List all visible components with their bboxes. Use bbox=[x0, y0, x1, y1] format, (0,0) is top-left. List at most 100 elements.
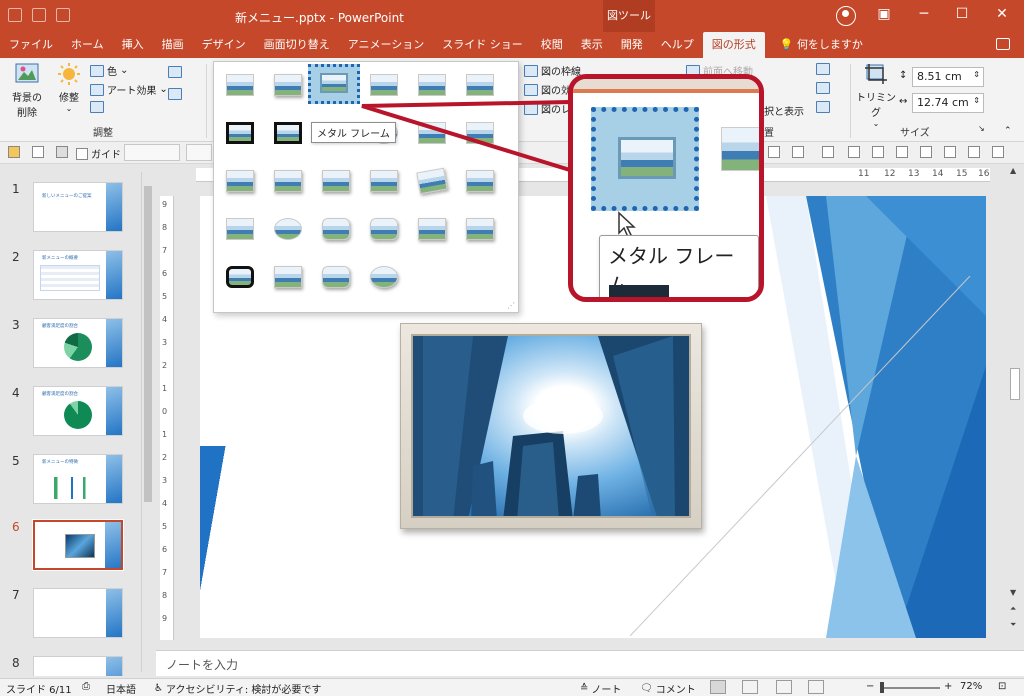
tab-transitions[interactable]: 画面切り替え bbox=[255, 32, 339, 58]
collapse-ribbon-icon[interactable]: ⌃ bbox=[1004, 126, 1012, 136]
dialog-launcher-icon[interactable]: ↘ bbox=[978, 124, 985, 133]
remove-background-button[interactable]: 背景の 削除 bbox=[8, 62, 46, 119]
slide-thumbnail-4[interactable]: 4 顧客満足度の割合 bbox=[6, 386, 156, 446]
redo-icon[interactable] bbox=[56, 8, 70, 22]
tab-draw[interactable]: 描画 bbox=[153, 32, 193, 58]
tab-developer[interactable]: 開発 bbox=[612, 32, 652, 58]
arrange-icon[interactable] bbox=[822, 146, 834, 158]
tell-me-search[interactable]: 💡 何をしますか bbox=[771, 32, 872, 58]
notes-button[interactable]: ≙ ノート bbox=[580, 681, 621, 696]
style-compound-frame[interactable] bbox=[466, 218, 494, 242]
style-soft-edge[interactable] bbox=[466, 74, 494, 98]
style-reflected-rounded[interactable] bbox=[418, 74, 446, 98]
slide-thumbnail-2[interactable]: 2 新メニューの概要 bbox=[6, 250, 156, 310]
comments-icon[interactable] bbox=[996, 38, 1010, 50]
transparency-button[interactable] bbox=[90, 101, 104, 113]
align-right-icon[interactable] bbox=[896, 146, 908, 158]
style-reflected-bevel[interactable] bbox=[370, 218, 398, 242]
rotate-button[interactable] bbox=[816, 101, 830, 113]
maximize-button[interactable]: ☐ bbox=[950, 6, 974, 22]
ribbon-display-icon[interactable]: ▣ bbox=[872, 6, 896, 22]
undo-icon[interactable] bbox=[32, 8, 46, 22]
view-icon[interactable] bbox=[32, 146, 44, 158]
notes-pane[interactable]: ノートを入力 bbox=[156, 650, 1024, 676]
minimize-button[interactable]: ─ bbox=[912, 6, 936, 22]
tab-help[interactable]: ヘルプ bbox=[652, 32, 703, 58]
scroll-thumb[interactable] bbox=[1010, 368, 1020, 400]
style-metal-rounded-rect[interactable] bbox=[322, 266, 350, 290]
scroll-thumb[interactable] bbox=[144, 186, 152, 502]
spinner-icon[interactable]: ⇕ bbox=[973, 96, 980, 105]
close-button[interactable]: ✕ bbox=[990, 6, 1014, 22]
comments-button[interactable]: 🗨 コメント bbox=[640, 681, 696, 696]
vertical-scrollbar[interactable]: ▲ ▼ ⏶ ⏷ bbox=[1006, 164, 1024, 646]
tab-home[interactable]: ホーム bbox=[62, 32, 113, 58]
tab-design[interactable]: デザイン bbox=[193, 32, 255, 58]
normal-view-button[interactable] bbox=[710, 680, 726, 694]
spinner-icon[interactable]: ⇕ bbox=[973, 70, 980, 79]
shape-effect-icon[interactable] bbox=[792, 146, 804, 158]
language-indicator[interactable]: 日本語 bbox=[106, 681, 136, 696]
zoom-slider-knob[interactable] bbox=[880, 682, 884, 693]
style-bevel-perspective[interactable] bbox=[226, 218, 254, 242]
tab-view[interactable]: 表示 bbox=[572, 32, 612, 58]
style-metal-frame[interactable] bbox=[308, 64, 360, 104]
style-reflected-perspective[interactable] bbox=[418, 218, 446, 242]
style-metal-rounded[interactable] bbox=[274, 266, 302, 290]
style-bevel-oval[interactable] bbox=[274, 218, 302, 242]
align-icon[interactable] bbox=[968, 146, 980, 158]
change-picture-button[interactable] bbox=[168, 88, 182, 100]
slide-thumbnail-6[interactable]: 6 bbox=[6, 519, 156, 580]
crop-button[interactable]: トリミング ⌄ bbox=[856, 62, 896, 128]
slide-thumbnail-8[interactable]: 8 bbox=[6, 656, 156, 676]
save-icon[interactable] bbox=[8, 8, 22, 22]
settings-icon[interactable] bbox=[992, 146, 1004, 158]
tab-animations[interactable]: アニメーション bbox=[339, 32, 434, 58]
style-rounded-bevel[interactable] bbox=[322, 218, 350, 242]
tab-insert[interactable]: 挿入 bbox=[113, 32, 153, 58]
align-left-icon[interactable] bbox=[848, 146, 860, 158]
picture-border-button[interactable]: 図の枠線 bbox=[524, 63, 581, 78]
style-snip-diagonal[interactable] bbox=[226, 170, 254, 194]
slides-scrollbar[interactable] bbox=[141, 172, 153, 672]
style-drop-shadow[interactable] bbox=[370, 74, 398, 98]
spellcheck-icon[interactable]: ⎙ bbox=[82, 681, 90, 692]
guide-checkbox[interactable]: ガイド bbox=[76, 146, 121, 161]
align-button[interactable] bbox=[816, 63, 830, 75]
zoom-slider[interactable] bbox=[884, 687, 940, 689]
resize-grip-icon[interactable]: ⋰ bbox=[507, 301, 515, 310]
tab-slideshow[interactable]: スライド ショー bbox=[433, 32, 532, 58]
zoom-in-button[interactable]: + bbox=[944, 681, 952, 692]
style-double-frame-black[interactable] bbox=[226, 122, 254, 146]
next-slide-icon[interactable]: ⏷ bbox=[1010, 620, 1016, 630]
slide-sorter-button[interactable] bbox=[742, 680, 758, 694]
style-rotated-white[interactable] bbox=[322, 170, 350, 194]
accessibility-status[interactable]: ♿ アクセシビリティ: 検討が必要です bbox=[154, 681, 321, 696]
slide-picture[interactable] bbox=[400, 323, 702, 529]
tab-file[interactable]: ファイル bbox=[0, 32, 62, 58]
style-metal-oval[interactable] bbox=[370, 266, 398, 290]
scroll-down-icon[interactable]: ▼ bbox=[1010, 588, 1016, 597]
tab-review[interactable]: 校閲 bbox=[532, 32, 572, 58]
tab-picture-format[interactable]: 図の形式 bbox=[702, 32, 765, 58]
distribute-icon[interactable] bbox=[920, 146, 932, 158]
compress-pictures-button[interactable] bbox=[168, 66, 182, 78]
align-center-icon[interactable] bbox=[872, 146, 884, 158]
art-effects-button[interactable]: アート効果 ⌄ bbox=[90, 82, 168, 97]
corrections-button[interactable]: 修整 ⌄ bbox=[54, 62, 84, 113]
width-field[interactable]: 12.74 cm ⇕ bbox=[912, 93, 984, 113]
slide-thumbnail-1[interactable]: 1 新しいメニューのご提案 bbox=[6, 182, 156, 242]
scroll-up-icon[interactable]: ▲ bbox=[1010, 166, 1016, 175]
style-bevel-black[interactable] bbox=[226, 266, 254, 290]
zoom-out-button[interactable]: − bbox=[866, 681, 874, 692]
folder-icon[interactable] bbox=[8, 146, 20, 158]
style-beveled-matte[interactable] bbox=[274, 74, 302, 98]
toolbar-combo-2[interactable] bbox=[186, 144, 212, 161]
account-icon[interactable] bbox=[836, 6, 856, 26]
wheelchair-icon[interactable] bbox=[944, 146, 956, 158]
slide-thumbnail-5[interactable]: 5 新メニューの特徴 bbox=[6, 454, 156, 514]
height-field[interactable]: 8.51 cm ⇕ bbox=[912, 67, 984, 87]
previous-slide-icon[interactable]: ⏶ bbox=[1010, 604, 1016, 614]
zoom-level[interactable]: 72% bbox=[960, 681, 982, 692]
shape-outline-icon[interactable] bbox=[768, 146, 780, 158]
